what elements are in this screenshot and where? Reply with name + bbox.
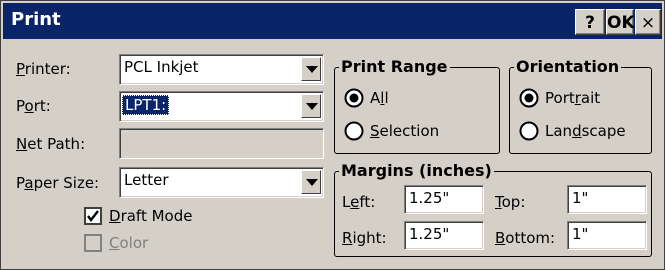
papersize-value: Letter [124,171,169,189]
bottom-margin-label: Bottom: [495,229,556,247]
landscape-radio[interactable] [519,121,539,141]
title-bar: Print ? OK × [3,3,662,39]
printer-value: PCL Inkjet [124,58,199,76]
port-value: LPT1: [122,95,170,115]
right-margin-value: 1.25" [409,225,450,243]
bottom-margin-input[interactable]: 1" [567,221,647,250]
print-dialog: Print ? OK × Printer: PCL Inkjet Port: L… [0,0,665,270]
chevron-down-icon [306,103,318,110]
top-margin-input[interactable]: 1" [567,185,647,214]
right-margin-label: Right: [342,229,387,247]
chevron-down-icon [306,66,318,73]
all-label: All [370,89,389,107]
top-margin-label: Top: [495,193,526,211]
ok-button[interactable]: OK [606,9,635,35]
selection-label: Selection [370,122,440,140]
papersize-select[interactable]: Letter [119,167,324,198]
port-label: Port: [16,97,51,115]
papersize-dropdown-button[interactable] [301,170,321,194]
draft-mode-label: Draft Mode [109,207,193,225]
port-select[interactable]: LPT1: [119,91,324,122]
printer-label: Printer: [16,60,71,78]
close-button[interactable]: × [635,9,661,35]
color-checkbox[interactable] [84,234,102,252]
draft-mode-checkbox[interactable] [84,207,102,225]
papersize-label: Paper Size: [16,174,100,192]
portrait-label: Portrait [545,89,601,107]
right-margin-input[interactable]: 1.25" [404,221,484,250]
left-margin-label: Left: [342,193,376,211]
left-margin-input[interactable]: 1.25" [404,185,484,214]
selection-radio[interactable] [344,121,364,141]
printer-dropdown-button[interactable] [301,57,321,81]
left-margin-value: 1.25" [409,189,450,207]
margins-title: Margins (inches) [339,161,494,180]
orientation-title: Orientation [514,57,622,76]
help-button[interactable]: ? [575,9,605,35]
printer-select[interactable]: PCL Inkjet [119,54,324,85]
checkmark-icon [87,210,99,222]
color-label: Color [109,234,149,252]
netpath-field[interactable] [119,128,324,159]
all-radio[interactable] [344,88,364,108]
portrait-radio[interactable] [519,88,539,108]
top-margin-value: 1" [572,189,589,207]
port-dropdown-button[interactable] [301,94,321,118]
window-title: Print [11,9,61,30]
netpath-label: Net Path: [16,135,86,153]
bottom-margin-value: 1" [572,225,589,243]
chevron-down-icon [306,179,318,186]
landscape-label: Landscape [545,122,626,140]
print-range-title: Print Range [339,57,450,76]
